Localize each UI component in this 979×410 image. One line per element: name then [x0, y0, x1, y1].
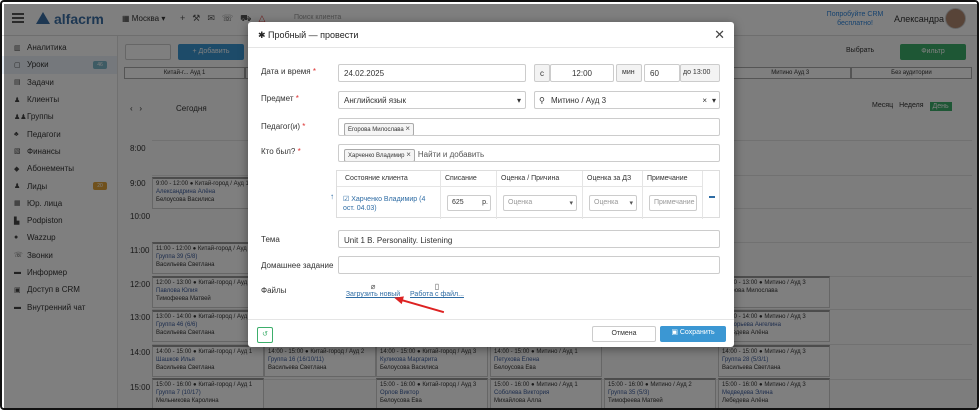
subject-select[interactable]: Английский язык ▾: [338, 91, 526, 109]
files-label: Файлы: [261, 286, 287, 295]
attendee-tag: Харченко Владимир ×: [344, 149, 415, 161]
duration-input[interactable]: 60: [644, 64, 680, 82]
subject-label: Предмет *: [261, 94, 299, 103]
modal-header: ✱ Пробный — провести: [248, 22, 734, 48]
remove-tag-icon[interactable]: ×: [405, 124, 410, 133]
attendees-field[interactable]: Харченко Владимир × Найти и добавить: [338, 144, 720, 162]
datetime-label: Дата и время *: [261, 67, 316, 76]
topic-label: Тема: [261, 235, 280, 244]
charge-input[interactable]: 625 р.: [447, 195, 491, 211]
cancel-button[interactable]: Отмена: [592, 326, 656, 342]
homework-label: Домашнее задание: [261, 261, 334, 270]
client-link[interactable]: ☑ Харченко Владимир (4 ост. 04.03): [343, 195, 437, 213]
attendees-label: Кто был? *: [261, 147, 301, 156]
history-icon[interactable]: ↺: [257, 327, 273, 343]
modal-footer: ↺ Отмена ▣ Сохранить: [248, 319, 734, 347]
homework-input[interactable]: [338, 256, 720, 274]
charge-cell: 625 р.: [441, 186, 497, 219]
clear-icon[interactable]: ×: [702, 96, 707, 105]
date-input[interactable]: 24.02.2025: [338, 64, 526, 82]
close-icon[interactable]: ✕: [714, 27, 725, 43]
hw-grade-cell: Оценка ▾: [583, 186, 643, 219]
chevron-down-icon: ▾: [711, 96, 716, 105]
from-addon: с: [534, 64, 550, 82]
topic-input[interactable]: Unit 1 B. Personality. Listening: [338, 230, 720, 248]
save-button[interactable]: ▣ Сохранить: [660, 326, 726, 342]
hw-grade-select[interactable]: Оценка ▾: [589, 195, 637, 211]
chevron-down-icon: ▾: [516, 96, 521, 105]
th-grade: Оценка / Причина: [497, 171, 583, 186]
grade-cell: Оценка ▾: [497, 186, 583, 219]
client-cell: ☑ Харченко Владимир (4 ост. 04.03): [337, 186, 441, 219]
teachers-label: Педагог(и) *: [261, 122, 306, 131]
note-cell: Примечание: [643, 186, 703, 219]
attendance-table: Состояние клиента Списание Оценка / Прич…: [336, 170, 720, 219]
pin-icon: ⚲: [539, 96, 545, 105]
app-window: alfacrm ▦ Москва ▾ +⚒✉☏⛟△ Поиск клиента …: [0, 0, 979, 410]
th-client-state: Состояние клиента: [337, 171, 441, 186]
grade-select[interactable]: Оценка ▾: [503, 195, 577, 211]
remove-tag-icon[interactable]: ×: [406, 150, 411, 159]
th-note: Примечание: [643, 171, 703, 186]
lesson-modal: ✱ Пробный — провести ✕ Дата и время * 24…: [248, 22, 734, 347]
teachers-field[interactable]: Егорова Милослава ×: [338, 118, 720, 136]
work-with-files[interactable]: ▯ Работа с файл...: [408, 282, 466, 298]
time-input[interactable]: 12:00: [550, 64, 614, 82]
th-hw-grade: Оценка за ДЗ: [583, 171, 643, 186]
file-icon: ▯: [434, 282, 440, 291]
paperclip-icon: ⌀: [370, 282, 376, 291]
until-addon: до 13:00: [680, 64, 720, 82]
minutes-addon: мин: [616, 64, 642, 82]
th-charge: Списание: [441, 171, 497, 186]
note-input[interactable]: Примечание: [649, 195, 697, 211]
teacher-tag: Егорова Милослава ×: [344, 123, 415, 135]
remove-row-icon[interactable]: [709, 196, 715, 198]
modal-title: Пробный — провести: [268, 30, 359, 40]
sort-icon[interactable]: ↑: [330, 192, 334, 201]
room-select[interactable]: ⚲ Митино / Ауд 3 × ▾: [534, 91, 720, 109]
